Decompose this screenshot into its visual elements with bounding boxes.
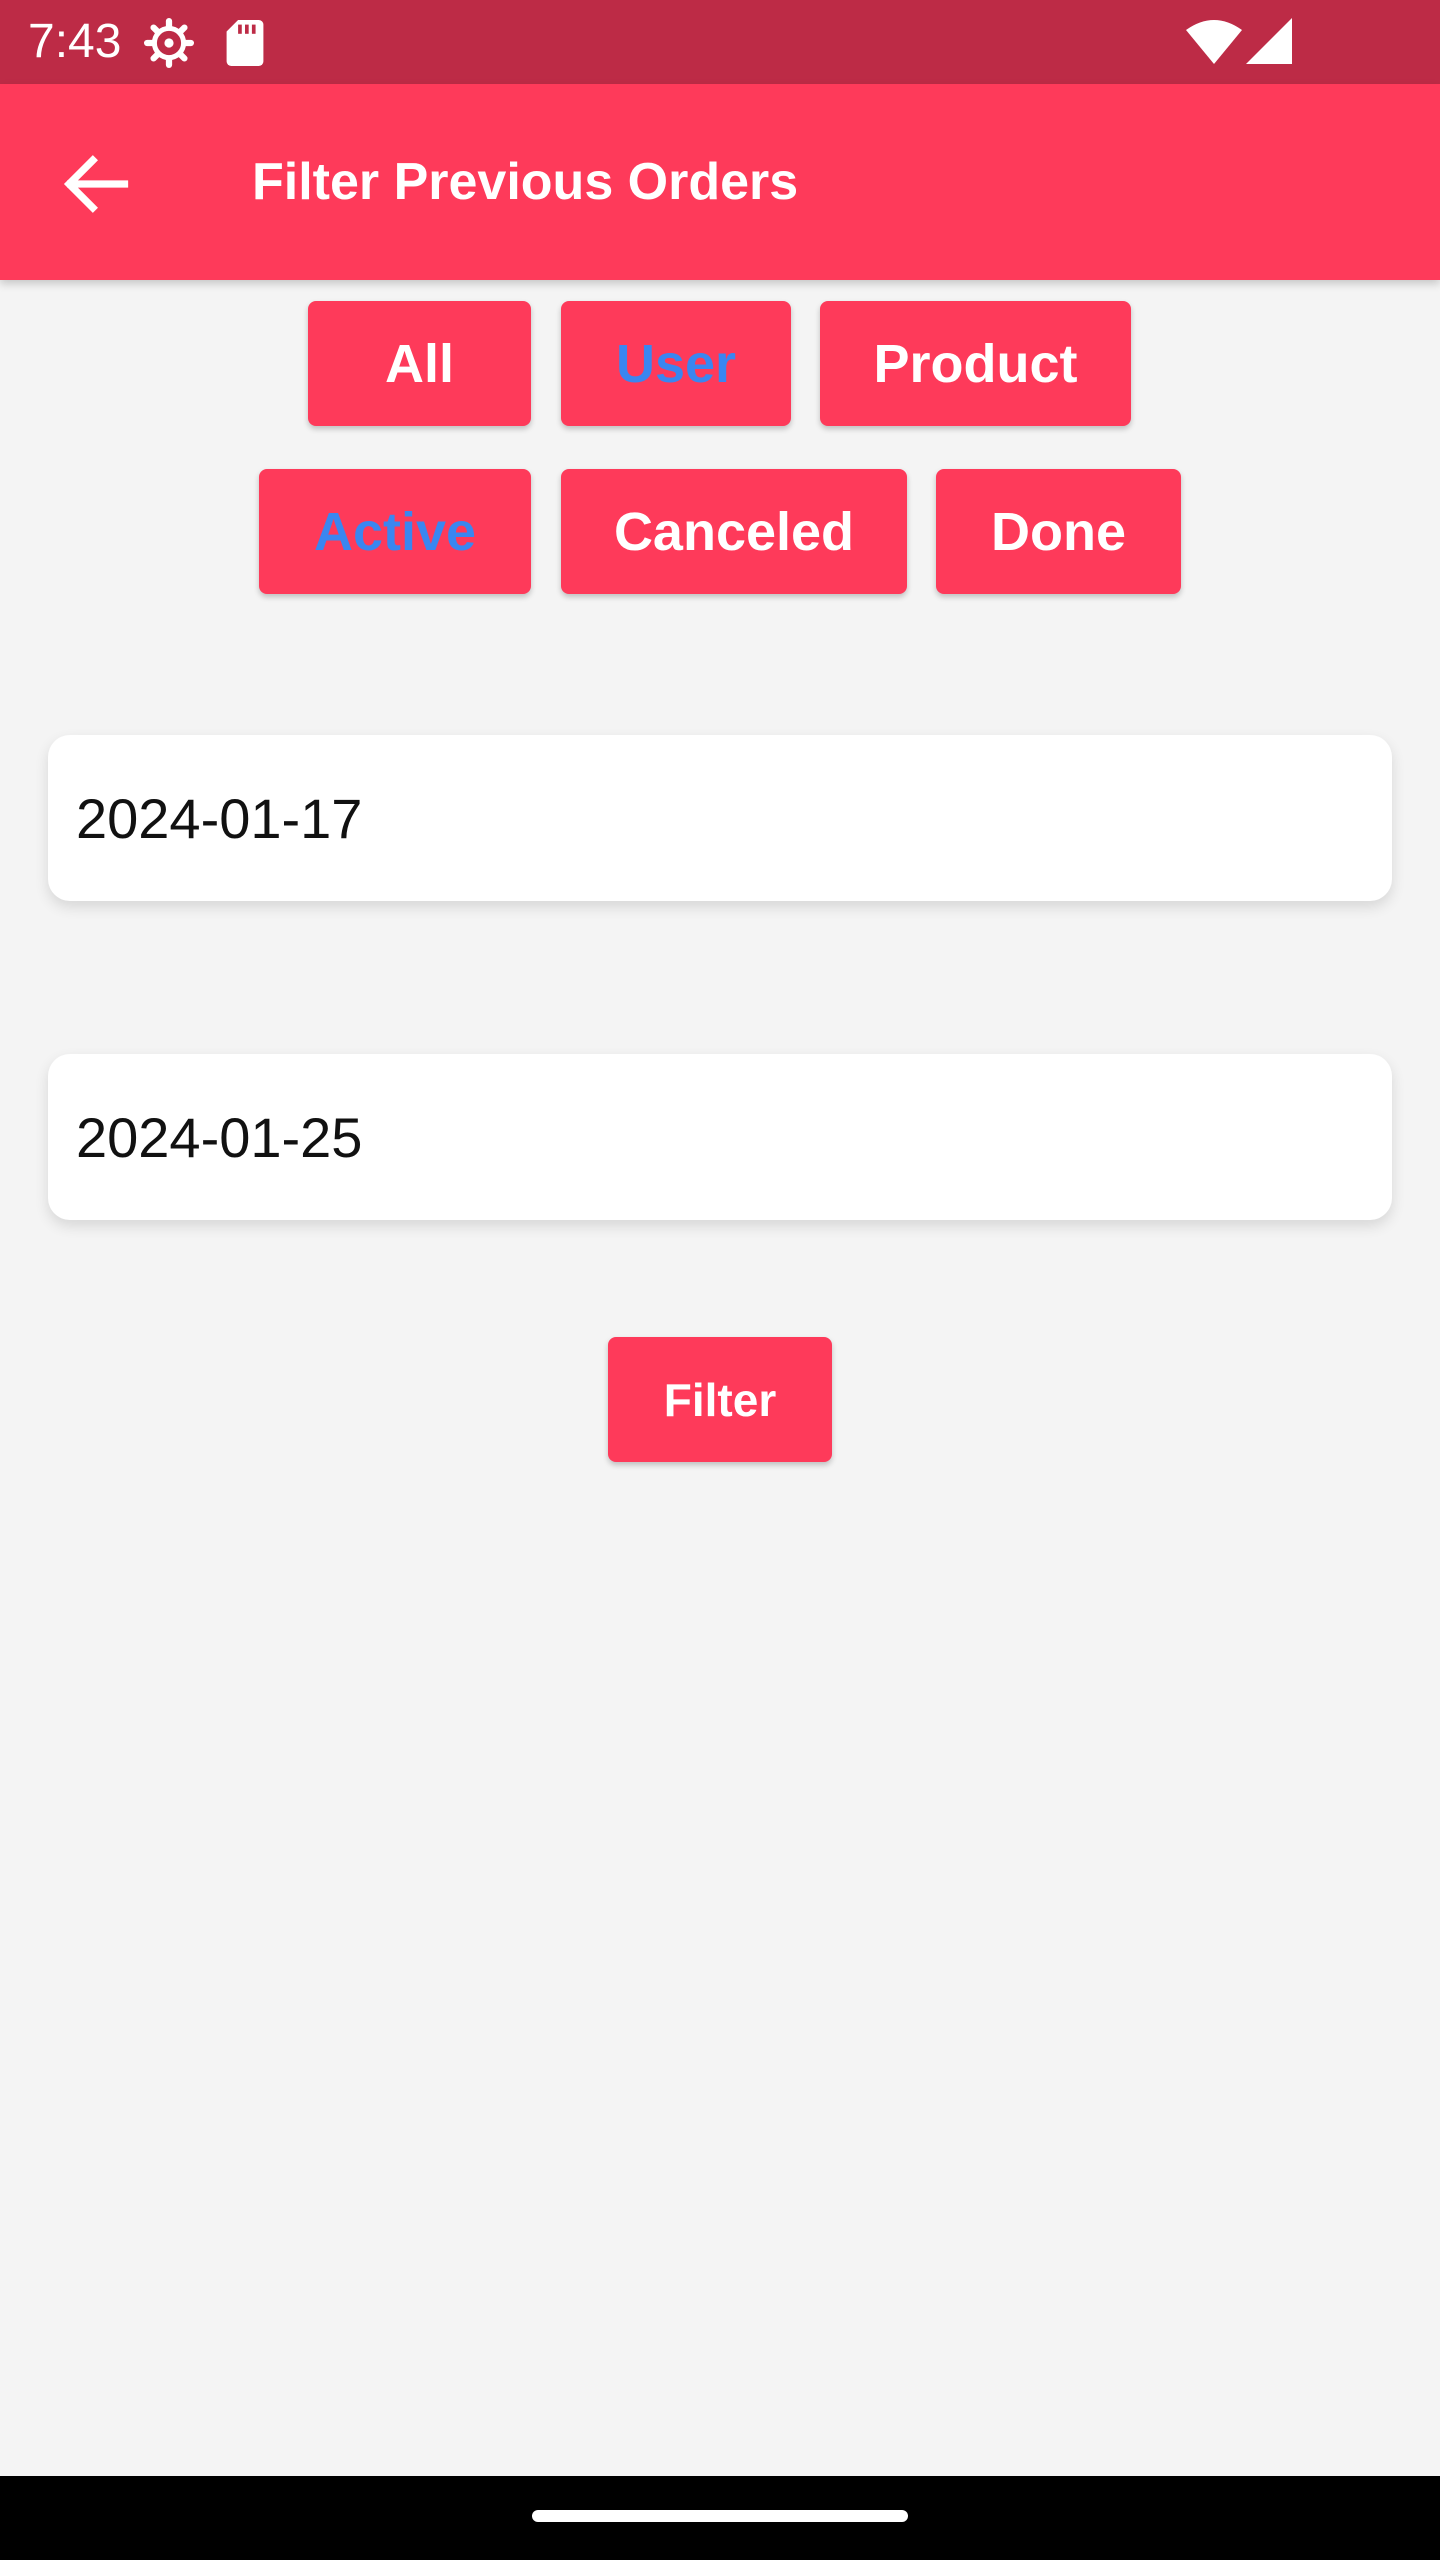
filter-chip-active[interactable]: Active [259,469,531,594]
sd-card-icon [226,20,264,66]
chip-label: Canceled [613,501,855,562]
page-title: Filter Previous Orders [252,153,799,211]
home-indicator[interactable] [532,2510,908,2522]
status-time: 7:43 [28,15,122,68]
filter-chip-all[interactable]: All [308,301,531,426]
chip-label: Product [873,333,1078,394]
end-date-value: 2024-01-25 [76,1105,363,1169]
back-button[interactable] [40,128,152,240]
arrow-back-icon [63,155,129,213]
start-date-field[interactable]: 2024-01-17 [48,735,1392,901]
settings-gear-icon [144,18,194,68]
end-date-field[interactable]: 2024-01-25 [48,1054,1392,1220]
cellular-signal-icon [1246,18,1292,64]
filter-button-label: Filter [663,1373,777,1426]
wifi-icon [1186,20,1242,64]
chip-label: Done [991,501,1126,562]
start-date-value: 2024-01-17 [76,786,363,850]
filter-chip-product[interactable]: Product [820,301,1131,426]
filter-button[interactable]: Filter [608,1337,832,1462]
chip-label: User [615,333,737,394]
status-bar: 7:43 [0,0,1440,84]
app-bar: Filter Previous Orders [0,84,1440,280]
filter-chip-canceled[interactable]: Canceled [561,469,907,594]
chip-label: Active [313,501,477,562]
chip-label: All [384,333,454,394]
filter-chip-user[interactable]: User [561,301,791,426]
filter-chip-done[interactable]: Done [936,469,1181,594]
